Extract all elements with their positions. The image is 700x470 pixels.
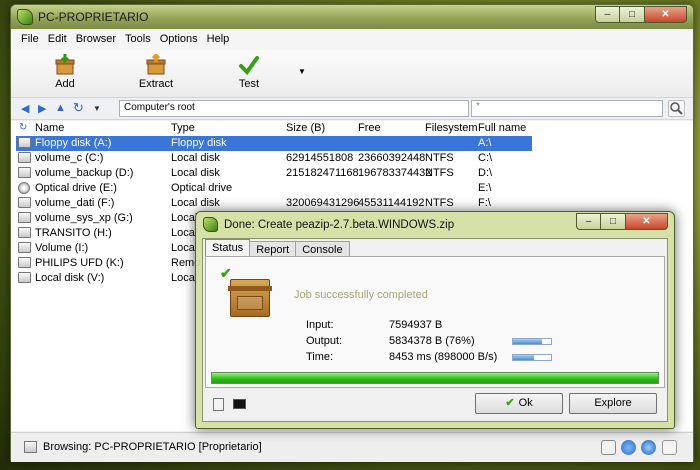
- menu-options[interactable]: Options: [156, 30, 203, 50]
- path-input[interactable]: Computer's root: [119, 100, 469, 117]
- hard-disk-icon: [18, 197, 31, 208]
- column-full-name[interactable]: Full name: [478, 122, 526, 134]
- drive-row[interactable]: Floppy disk (A:) Floppy disk A:\: [16, 136, 532, 151]
- settings-icon[interactable]: [662, 440, 677, 455]
- clipboard-icon[interactable]: [601, 440, 616, 455]
- column-free[interactable]: Free: [358, 122, 381, 134]
- explore-button[interactable]: Explore: [569, 393, 657, 414]
- dialog-tabs: Status Report Console: [205, 239, 350, 256]
- job-progress-bar: [211, 372, 659, 384]
- job-status-message: Job successfully completed: [294, 289, 428, 301]
- column-size[interactable]: Size (B): [286, 122, 325, 134]
- window-title: PC-PROPRIETARIO: [38, 10, 149, 24]
- speed-fill: [513, 355, 534, 360]
- address-bar: ◀ ▶ ▲ ↻ ▼ Computer's root *: [11, 98, 693, 120]
- hard-disk-icon: [18, 227, 31, 238]
- test-button[interactable]: Test: [219, 52, 279, 90]
- column-refresh-icon[interactable]: ↻: [19, 122, 27, 133]
- floppy-drive-icon: [18, 137, 31, 148]
- status-bar: Browsing: PC-PROPRIETARIO [Proprietario]: [11, 432, 693, 462]
- computer-icon: [24, 441, 37, 453]
- network-globe-icon[interactable]: [621, 440, 636, 455]
- back-arrow-icon[interactable]: ◀: [21, 102, 29, 115]
- ok-button[interactable]: ✔ Ok: [475, 393, 563, 414]
- copy-clipboard-icon[interactable]: [213, 398, 224, 411]
- column-header-row: ↻ Name Type Size (B) Free Filesystem Ful…: [11, 121, 693, 136]
- add-archive-icon: [53, 54, 77, 76]
- close-button[interactable]: ✕: [645, 6, 687, 23]
- extract-label: Extract: [138, 78, 174, 90]
- time-label: Time:: [306, 351, 334, 363]
- drive-row[interactable]: volume_dati (F:) Local disk 320069431296…: [16, 196, 532, 211]
- job-progress-fill: [212, 373, 658, 383]
- history-dropdown-icon[interactable]: ▼: [93, 104, 101, 113]
- hard-disk-icon: [18, 152, 31, 163]
- drive-row[interactable]: volume_c (C:) Local disk 62914551808 236…: [16, 151, 532, 166]
- dialog-body: Status Report Console ✔ Job successfully…: [202, 238, 668, 422]
- tab-status[interactable]: Status: [205, 239, 251, 256]
- tab-report[interactable]: Report: [249, 241, 297, 256]
- refresh-icon[interactable]: ↻: [73, 100, 84, 116]
- hard-disk-icon: [18, 272, 31, 283]
- add-button[interactable]: Add: [35, 52, 95, 90]
- job-done-dialog: Done: Create peazip-2.7.beta.WINDOWS.zip…: [195, 211, 675, 429]
- minimize-button[interactable]: –: [595, 6, 620, 23]
- extract-archive-icon: [144, 52, 168, 76]
- ok-label: Ok: [518, 397, 533, 409]
- test-label: Test: [238, 78, 260, 90]
- column-filesystem[interactable]: Filesystem: [425, 122, 478, 134]
- menu-edit[interactable]: Edit: [44, 30, 72, 50]
- tab-console[interactable]: Console: [295, 241, 350, 256]
- archive-box-icon: [228, 279, 272, 317]
- maximize-button[interactable]: □: [620, 6, 645, 23]
- peazip-dialog-icon: [203, 217, 218, 232]
- optical-disc-icon: [18, 182, 30, 194]
- input-value: 7594937 B: [389, 319, 443, 331]
- add-label: Add: [55, 78, 75, 90]
- menu-help[interactable]: Help: [203, 30, 235, 50]
- status-panel: ✔ Job successfully completed Input: 7594…: [205, 256, 665, 388]
- forward-arrow-icon[interactable]: ▶: [38, 102, 46, 115]
- dialog-close-button[interactable]: ✕: [626, 213, 668, 230]
- title-bar[interactable]: PC-PROPRIETARIO – □ ✕: [11, 5, 693, 29]
- toolbar-dropdown-arrow[interactable]: ▼: [298, 67, 306, 76]
- output-label: Output:: [306, 335, 343, 347]
- hard-disk-icon: [18, 167, 31, 178]
- hard-disk-icon: [18, 242, 31, 253]
- menu-tools[interactable]: Tools: [121, 30, 156, 50]
- column-type[interactable]: Type: [171, 122, 195, 134]
- output-ratio-fill: [513, 339, 542, 344]
- drive-row[interactable]: volume_backup (D:) Local disk 2151824711…: [16, 166, 532, 181]
- menu-file[interactable]: File: [17, 30, 44, 50]
- speed-bar: [512, 354, 552, 361]
- search-icon[interactable]: [668, 100, 685, 117]
- peazip-app-icon: [17, 9, 33, 25]
- dialog-minimize-button[interactable]: –: [576, 213, 601, 230]
- time-value: 8453 ms (898000 B/s): [389, 351, 498, 363]
- status-text: Browsing: PC-PROPRIETARIO [Proprietario]: [43, 441, 262, 453]
- usb-drive-icon: [18, 257, 31, 268]
- input-label: Input:: [306, 319, 334, 331]
- output-ratio-bar: [512, 338, 552, 345]
- filter-input[interactable]: *: [471, 100, 663, 117]
- bookmark-globe-icon[interactable]: [641, 440, 656, 455]
- dialog-maximize-button[interactable]: □: [601, 213, 626, 230]
- output-value: 5834378 B (76%): [389, 335, 475, 347]
- test-check-icon: [237, 54, 261, 76]
- extract-button[interactable]: Extract: [126, 52, 186, 90]
- up-arrow-icon[interactable]: ▲: [55, 102, 66, 114]
- dialog-title: Done: Create peazip-2.7.beta.WINDOWS.zip: [224, 219, 455, 231]
- menu-bar: File Edit Browser Tools Options Help: [11, 30, 693, 50]
- hard-disk-icon: [18, 212, 31, 223]
- ok-check-icon: ✔: [505, 397, 515, 409]
- column-name[interactable]: Name: [35, 122, 64, 134]
- toolbar: Add Extract Test ▼: [11, 50, 693, 98]
- menu-browser[interactable]: Browser: [72, 30, 121, 50]
- drive-row[interactable]: Optical drive (E:) Optical drive E:\: [16, 181, 532, 196]
- console-icon[interactable]: [233, 399, 246, 409]
